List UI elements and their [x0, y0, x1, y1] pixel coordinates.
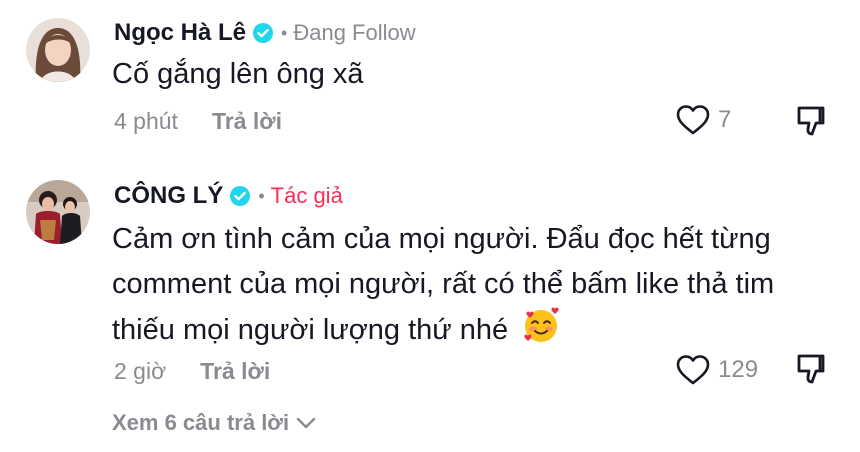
meta-row: 4 phút Trả lời [114, 108, 282, 135]
avatar[interactable] [26, 18, 90, 82]
view-replies-button[interactable]: Xem 6 câu trả lời [112, 410, 317, 436]
view-replies-label: Xem 6 câu trả lời [112, 410, 290, 435]
reply-button[interactable]: Trả lời [212, 108, 282, 135]
separator-dot: • [281, 22, 288, 43]
avatar[interactable] [26, 180, 90, 244]
author-name[interactable]: CÔNG LÝ [114, 182, 223, 210]
author-row: CÔNG LÝ • Tác giả [114, 182, 343, 210]
follow-status: Đang Follow [293, 20, 416, 45]
author-name[interactable]: Ngọc Hà Lê [114, 19, 246, 47]
comment-text-line-last: thiếu mọi người lượng thứ nhé [112, 307, 774, 353]
verified-badge-icon [230, 186, 251, 206]
timestamp: 2 giờ [114, 358, 167, 384]
comment-text-line: Cố gắng lên ông xã [112, 58, 364, 90]
heart-icon [676, 355, 710, 385]
verified-badge-icon [253, 23, 274, 43]
comment-text-line: Cảm ơn tình cảm của mọi người. Đẩu đọc h… [112, 223, 771, 255]
avatar-image [26, 180, 90, 244]
like-count: 129 [718, 356, 759, 383]
comment-text-line: thiếu mọi người lượng thứ nhé [112, 314, 509, 346]
comment-text-line: comment của mọi người, rất có thể bấm li… [112, 268, 775, 300]
dislike-icon[interactable] [796, 104, 830, 138]
comment-text: Cố gắng lên ông xã [112, 52, 364, 97]
meta-row: 2 giờ Trả lời [114, 358, 270, 385]
timestamp: 4 phút [114, 108, 178, 134]
separator-dot: • [258, 185, 265, 206]
smiling-face-with-hearts-emoji [524, 307, 559, 342]
author-row: Ngọc Hà Lê • Đang Follow [114, 19, 416, 47]
reply-button[interactable]: Trả lời [200, 358, 270, 385]
comment-text: Cảm ơn tình cảm của mọi người. Đẩu đọc h… [112, 217, 774, 353]
like-button[interactable]: 129 [676, 354, 758, 386]
heart-icon [676, 105, 710, 135]
avatar-image [26, 18, 90, 82]
like-button[interactable]: 7 [676, 104, 731, 136]
like-count: 7 [718, 106, 732, 133]
chevron-down-icon [296, 417, 316, 429]
dislike-icon[interactable] [796, 352, 830, 386]
author-tag: Tác giả [270, 183, 343, 208]
